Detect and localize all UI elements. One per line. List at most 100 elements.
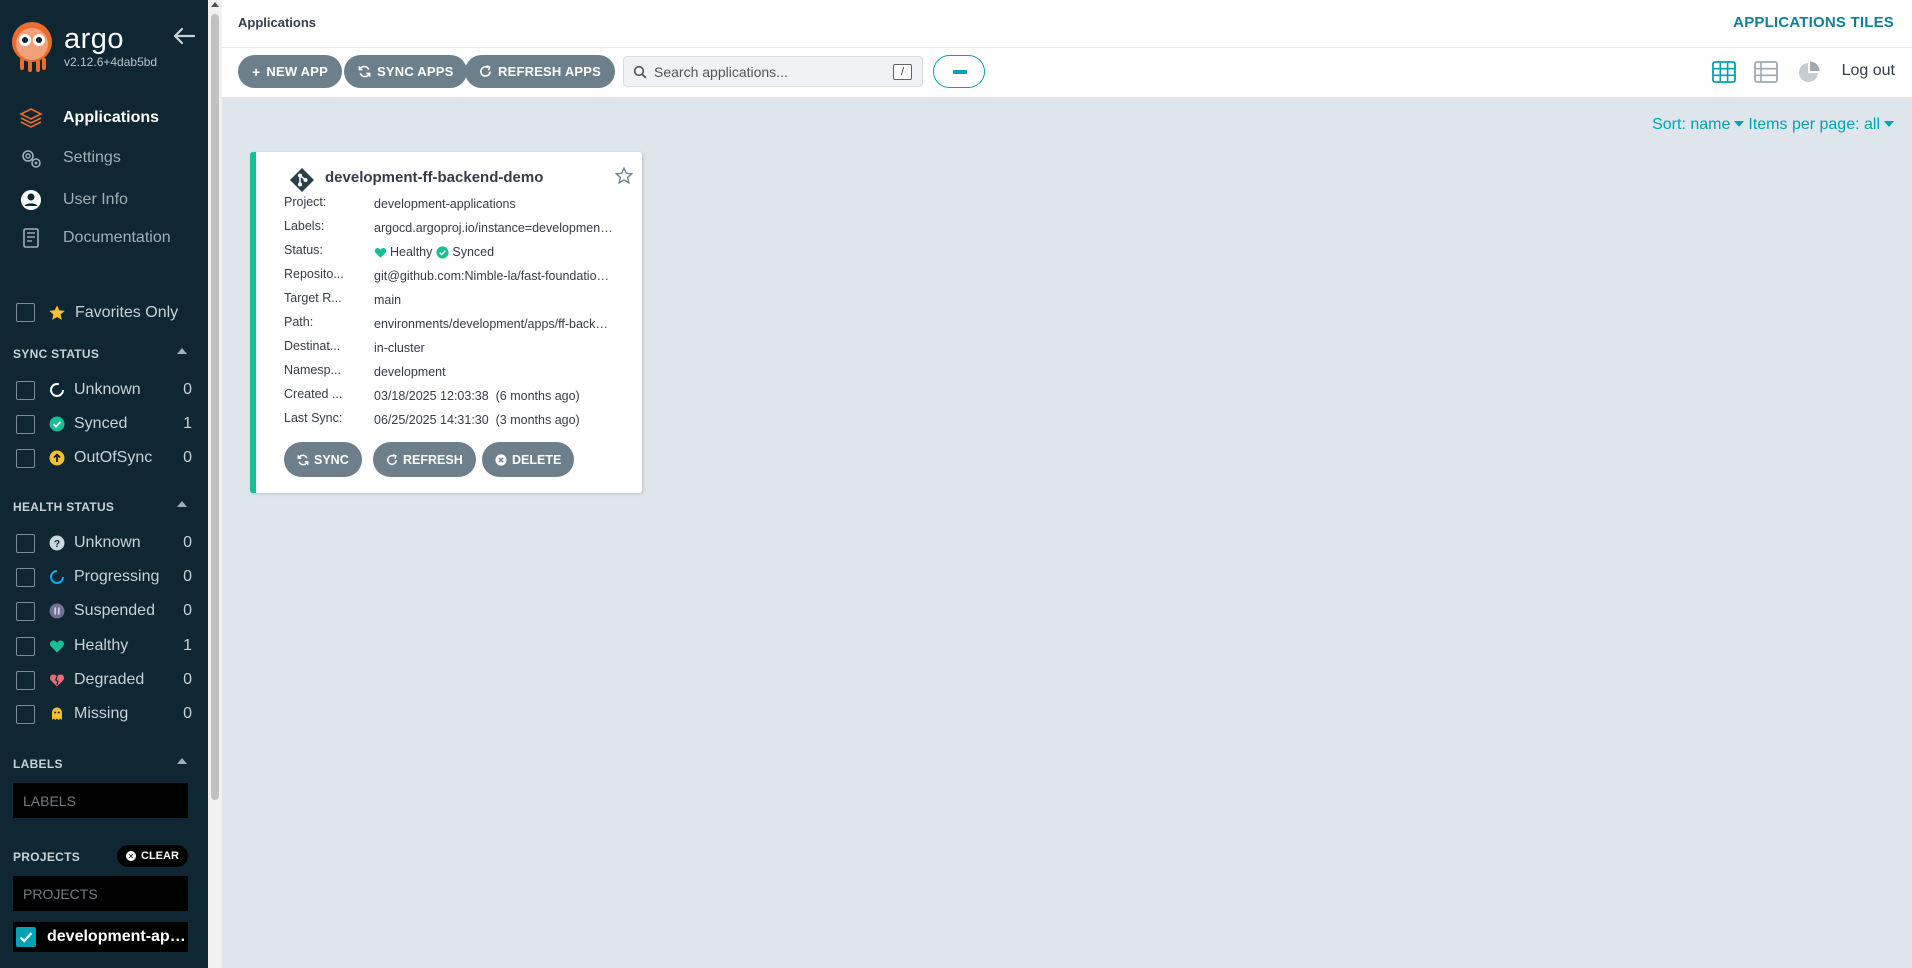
health-status: Healthy xyxy=(390,245,433,259)
row-key: Labels: xyxy=(284,219,325,233)
sync-status-title: SYNC STATUS xyxy=(13,347,100,361)
repository-value[interactable]: git@github.com:Nimble-la/fast-foundation… xyxy=(374,269,614,283)
list-view-icon[interactable] xyxy=(1754,61,1778,83)
project-option[interactable]: development-applications xyxy=(13,922,188,952)
filter-count: 0 xyxy=(183,568,192,585)
application-tile[interactable]: development-ff-backend-demo Project: dev… xyxy=(250,152,642,493)
row-value: git@github.com:Nimble-la/fast-foundation… xyxy=(374,267,614,285)
scroll-up-arrow[interactable] xyxy=(211,2,219,7)
sync-button[interactable]: SYNC xyxy=(284,442,362,477)
favorites-checkbox[interactable] xyxy=(16,303,35,322)
filter-checkbox[interactable] xyxy=(16,414,35,434)
filter-checkbox[interactable] xyxy=(16,533,35,553)
toolbar: + NEW APP SYNC APPS REFRESH APPS / Log o… xyxy=(222,48,1912,98)
circle-notch-icon xyxy=(50,383,64,397)
filter-sync-outofsync: OutOfSync 0 xyxy=(16,446,192,470)
projects-title: PROJECTS xyxy=(13,850,81,864)
clear-projects-button[interactable]: ✕ CLEAR xyxy=(117,845,188,867)
heart-icon xyxy=(374,247,387,258)
search-icon xyxy=(633,65,647,79)
check-circle-icon xyxy=(436,245,449,259)
delete-button[interactable]: DELETE xyxy=(482,442,575,477)
sort-label: Sort: name xyxy=(1652,116,1731,133)
labels-input[interactable] xyxy=(13,783,188,818)
logo[interactable]: argo v2.12.6+4dab5bd xyxy=(10,20,157,72)
collapse-sidebar-icon[interactable] xyxy=(170,24,198,48)
filter-health-degraded: Degraded 0 xyxy=(16,668,192,692)
filter-count: 1 xyxy=(183,415,192,432)
sidebar-scrollbar[interactable] xyxy=(208,0,222,968)
card-row-repository: Reposito... git@github.com:Nimble-la/fas… xyxy=(284,267,634,285)
app-name[interactable]: development-ff-backend-demo xyxy=(325,169,543,186)
search-input[interactable] xyxy=(654,57,884,86)
row-value: 06/25/2025 14:31:30 (3 months ago) xyxy=(374,413,580,427)
spinner-icon xyxy=(50,570,64,584)
items-per-page-dropdown[interactable]: Items per page: all xyxy=(1748,116,1898,134)
collapse-caret-icon[interactable] xyxy=(175,756,189,766)
row-key: Project: xyxy=(284,195,327,209)
card-row-created: Created ... 03/18/2025 12:03:38 (6 month… xyxy=(284,387,634,405)
argo-logo-icon xyxy=(12,22,52,72)
filter-label: Missing xyxy=(74,705,129,722)
filter-label: Suspended xyxy=(74,602,155,619)
filter-label: Progressing xyxy=(74,568,160,585)
row-value: main xyxy=(374,293,402,307)
filter-checkbox[interactable] xyxy=(16,448,35,468)
filter-label: Healthy xyxy=(74,637,129,654)
sort-dropdown[interactable]: Sort: name xyxy=(1652,116,1748,134)
nav-settings[interactable]: Settings xyxy=(0,140,208,176)
filter-checkbox[interactable] xyxy=(16,567,35,587)
favorites-filter: Favorites Only xyxy=(16,303,178,322)
row-value: Healthy Synced xyxy=(374,243,614,261)
ghost-icon xyxy=(52,707,62,720)
sync-status: Synced xyxy=(452,245,495,259)
project-checkbox[interactable] xyxy=(16,927,36,947)
nav-applications[interactable]: Applications xyxy=(0,100,208,136)
filter-health-missing: Missing 0 xyxy=(16,702,192,726)
new-app-button[interactable]: + NEW APP xyxy=(238,55,342,88)
filter-label: OutOfSync xyxy=(74,449,153,466)
row-key: Path: xyxy=(284,315,314,329)
collapse-caret-icon[interactable] xyxy=(175,346,189,356)
tiles-view-icon[interactable] xyxy=(1712,61,1736,83)
filter-checkbox[interactable] xyxy=(16,704,35,724)
sync-apps-button[interactable]: SYNC APPS xyxy=(344,55,468,88)
row-key: Destinat... xyxy=(284,339,341,353)
filter-health-unknown: ? Unknown 0 xyxy=(16,531,192,555)
question-circle-icon: ? xyxy=(49,535,65,551)
row-key: Target R... xyxy=(284,291,342,305)
collapse-filters-button[interactable] xyxy=(933,55,985,88)
filter-checkbox[interactable] xyxy=(16,636,35,656)
checkmark-icon xyxy=(19,932,33,943)
gear-icon xyxy=(22,150,41,168)
filter-count: 0 xyxy=(183,705,192,722)
path-value: environments/development/apps/ff-backend… xyxy=(374,317,614,331)
collapse-caret-icon[interactable] xyxy=(175,499,189,509)
card-row-last-sync: Last Sync: 06/25/2025 14:31:30 (3 months… xyxy=(284,411,634,429)
keyboard-shortcut-hint: / xyxy=(893,64,912,80)
row-key: Status: xyxy=(284,243,323,257)
refresh-icon xyxy=(480,65,491,77)
favorite-star-icon[interactable] xyxy=(615,167,633,185)
filter-checkbox[interactable] xyxy=(16,601,35,621)
card-row-labels: Labels: argocd.argoproj.io/instance=deve… xyxy=(284,219,634,237)
filter-label: Unknown xyxy=(74,381,141,398)
refresh-button[interactable]: REFRESH xyxy=(373,442,476,477)
row-value: 03/18/2025 12:03:38 (6 months ago) xyxy=(374,389,580,403)
plus-icon: + xyxy=(252,63,261,80)
breadcrumb[interactable]: Applications xyxy=(238,15,316,30)
sidebar: argo v2.12.6+4dab5bd Applications Settin… xyxy=(0,0,208,968)
nav-documentation[interactable]: Documentation xyxy=(0,220,208,256)
search-field[interactable]: / xyxy=(623,56,923,87)
projects-input[interactable] xyxy=(13,876,188,911)
nav-user-info[interactable]: User Info xyxy=(0,182,208,218)
refresh-apps-button[interactable]: REFRESH APPS xyxy=(465,55,616,88)
scrollbar-thumb[interactable] xyxy=(211,14,219,800)
project-label: development-applications xyxy=(47,928,187,945)
filter-checkbox[interactable] xyxy=(16,380,35,400)
pie-chart-view-icon[interactable] xyxy=(1797,61,1821,83)
logout-link[interactable]: Log out xyxy=(1842,62,1895,80)
check-circle-icon xyxy=(49,416,65,432)
health-status-title: HEALTH STATUS xyxy=(13,500,115,514)
filter-checkbox[interactable] xyxy=(16,670,35,690)
